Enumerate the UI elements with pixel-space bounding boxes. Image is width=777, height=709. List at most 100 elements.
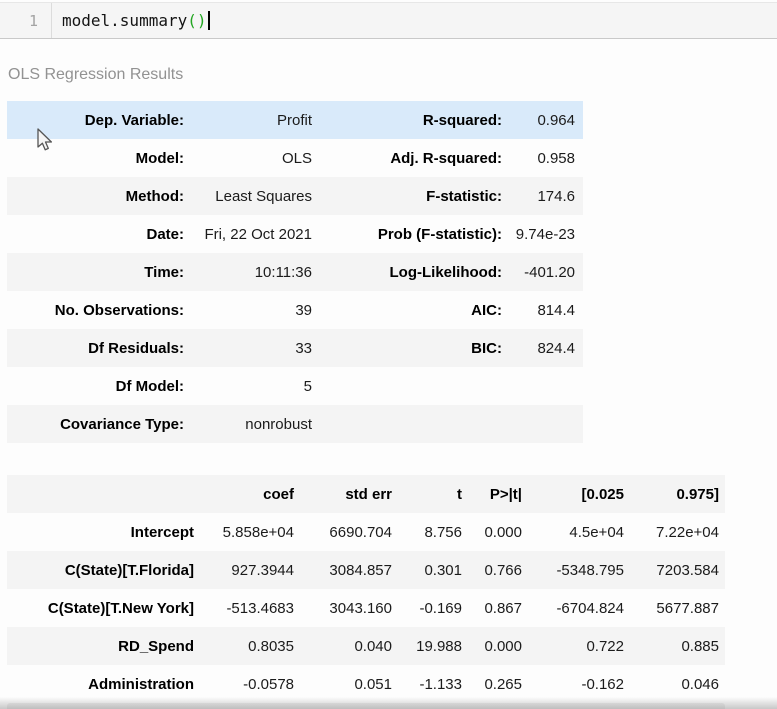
summary-value: 814.4	[537, 301, 575, 319]
summary-value: 10:11:36	[254, 263, 312, 281]
summary-row: Model: OLS Adj. R-squared: 0.958	[7, 139, 583, 177]
summary-value: 174.6	[537, 187, 575, 205]
coef-value: 0.051	[354, 675, 392, 693]
coef-value: -513.4683	[226, 599, 294, 617]
coef-value: -1.133	[419, 675, 462, 693]
summary-row: Dep. Variable: Profit R-squared: 0.964	[7, 101, 583, 139]
coef-value: -0.169	[419, 599, 462, 617]
summary-label: Adj. R-squared:	[390, 149, 502, 167]
summary-row: Date: Fri, 22 Oct 2021 Prob (F-statistic):…	[7, 215, 583, 253]
text-caret	[207, 11, 210, 30]
coef-value: 6690.704	[329, 523, 392, 541]
summary-label: Covariance Type:	[60, 415, 184, 433]
coef-row-label: C(State)[T.New York]	[47, 599, 194, 617]
summary-value: OLS	[281, 149, 312, 167]
code-text: model.summary	[62, 11, 188, 30]
summary-row: Df Residuals: 33 BIC: 824.4	[7, 329, 583, 367]
coef-header-cell: P>|t|	[489, 485, 522, 503]
regression-summary-table: Dep. Variable: Profit R-squared: 0.964 Model…	[7, 101, 583, 443]
summary-row: Covariance Type: nonrobust	[7, 405, 583, 443]
summary-value: Least Squares	[215, 187, 312, 205]
coef-value: 0.766	[484, 561, 522, 579]
coef-header-cell	[7, 475, 198, 513]
coef-value: 0.8035	[248, 637, 294, 655]
coef-value: 8.756	[424, 523, 462, 541]
coef-value: 0.885	[681, 637, 719, 655]
coef-value: 19.988	[416, 637, 462, 655]
summary-label	[320, 367, 510, 405]
summary-value	[510, 405, 583, 443]
coef-header-row: coef std err t P>|t| [0.025 0.975]	[7, 475, 725, 513]
summary-label: Df Residuals:	[88, 339, 184, 357]
coef-row-label: Intercept	[130, 523, 194, 541]
summary-label: Dep. Variable:	[84, 111, 184, 129]
summary-label	[320, 405, 510, 443]
code-cell[interactable]: 1 model.summary()	[0, 2, 777, 39]
coef-header-cell: std err	[345, 485, 392, 503]
summary-value: Profit	[276, 111, 312, 129]
coef-value: 927.3944	[231, 561, 294, 579]
output-title: OLS Regression Results	[8, 66, 184, 83]
summary-row: No. Observations: 39 AIC: 814.4	[7, 291, 583, 329]
code-editor[interactable]: model.summary()	[52, 11, 210, 30]
summary-label: AIC:	[471, 301, 502, 319]
coef-value: -6704.824	[556, 599, 624, 617]
summary-label: R-squared:	[422, 111, 502, 129]
coef-value: 7.22e+04	[656, 523, 719, 541]
summary-label: Date:	[146, 225, 184, 243]
coef-row-label: C(State)[T.Florida]	[64, 561, 194, 579]
summary-value: -401.20	[524, 263, 575, 281]
coef-header-cell: 0.975]	[676, 485, 719, 503]
coef-value: -0.162	[581, 675, 624, 693]
coef-row: Intercept 5.858e+04 6690.704 8.756 0.000 4.5e…	[7, 513, 725, 551]
summary-value: 39	[295, 301, 312, 319]
coef-row: C(State)[T.New York] -513.4683 3043.160 -0.…	[7, 589, 725, 627]
summary-value	[510, 367, 583, 405]
summary-value: 0.958	[537, 149, 575, 167]
next-row-cutoff	[7, 703, 725, 709]
coef-value: 3084.857	[329, 561, 392, 579]
code-brackets: ()	[187, 11, 207, 30]
coef-header-cell: t	[457, 485, 462, 503]
coef-row-label: Administration	[88, 675, 194, 693]
summary-row: Time: 10:11:36 Log-Likelihood: -401.20	[7, 253, 583, 291]
summary-label: Time:	[144, 263, 184, 281]
coef-row-label: RD_Spend	[118, 637, 194, 655]
coef-value: 0.867	[484, 599, 522, 617]
summary-row: Method: Least Squares F-statistic: 174.6	[7, 177, 583, 215]
coef-value: 0.040	[354, 637, 392, 655]
summary-label: Df Model:	[115, 377, 184, 395]
coef-row: C(State)[T.Florida] 927.3944 3084.857 0.301…	[7, 551, 725, 589]
summary-value: 33	[295, 339, 312, 357]
summary-value: nonrobust	[245, 415, 312, 433]
coef-row: RD_Spend 0.8035 0.040 19.988 0.000 0.722 0.885	[7, 627, 725, 665]
line-number: 1	[28, 11, 38, 30]
coef-value: 0.000	[484, 637, 522, 655]
coef-value: 0.265	[484, 675, 522, 693]
coef-value: 3043.160	[329, 599, 392, 617]
coef-value: 0.046	[681, 675, 719, 693]
summary-value: 5	[303, 377, 312, 395]
coef-value: 7203.584	[656, 561, 719, 579]
coef-value: 0.301	[424, 561, 462, 579]
coef-value: -0.0578	[243, 675, 294, 693]
coef-header-cell: [0.025	[581, 485, 624, 503]
coefficients-table: coef std err t P>|t| [0.025 0.975] Intercept 5…	[7, 475, 725, 703]
coef-value: 4.5e+04	[569, 523, 624, 541]
summary-label: BIC:	[471, 339, 502, 357]
summary-label: Log-Likelihood:	[389, 263, 502, 281]
coef-row: Administration -0.0578 0.051 -1.133 0.265 -0.…	[7, 665, 725, 703]
summary-value: 9.74e-23	[515, 225, 575, 243]
coef-value: 5677.887	[656, 599, 719, 617]
summary-label: No. Observations:	[54, 301, 184, 319]
summary-row: Df Model: 5	[7, 367, 583, 405]
coef-value: 0.000	[484, 523, 522, 541]
coef-value: -5348.795	[556, 561, 624, 579]
summary-value: 0.964	[537, 111, 575, 129]
line-number-gutter: 1	[0, 3, 52, 38]
summary-label: Prob (F-statistic):	[377, 225, 502, 243]
summary-label: Model:	[135, 149, 184, 167]
summary-label: Method:	[125, 187, 184, 205]
coef-header-cell: coef	[263, 485, 294, 503]
summary-value: Fri, 22 Oct 2021	[204, 225, 312, 243]
